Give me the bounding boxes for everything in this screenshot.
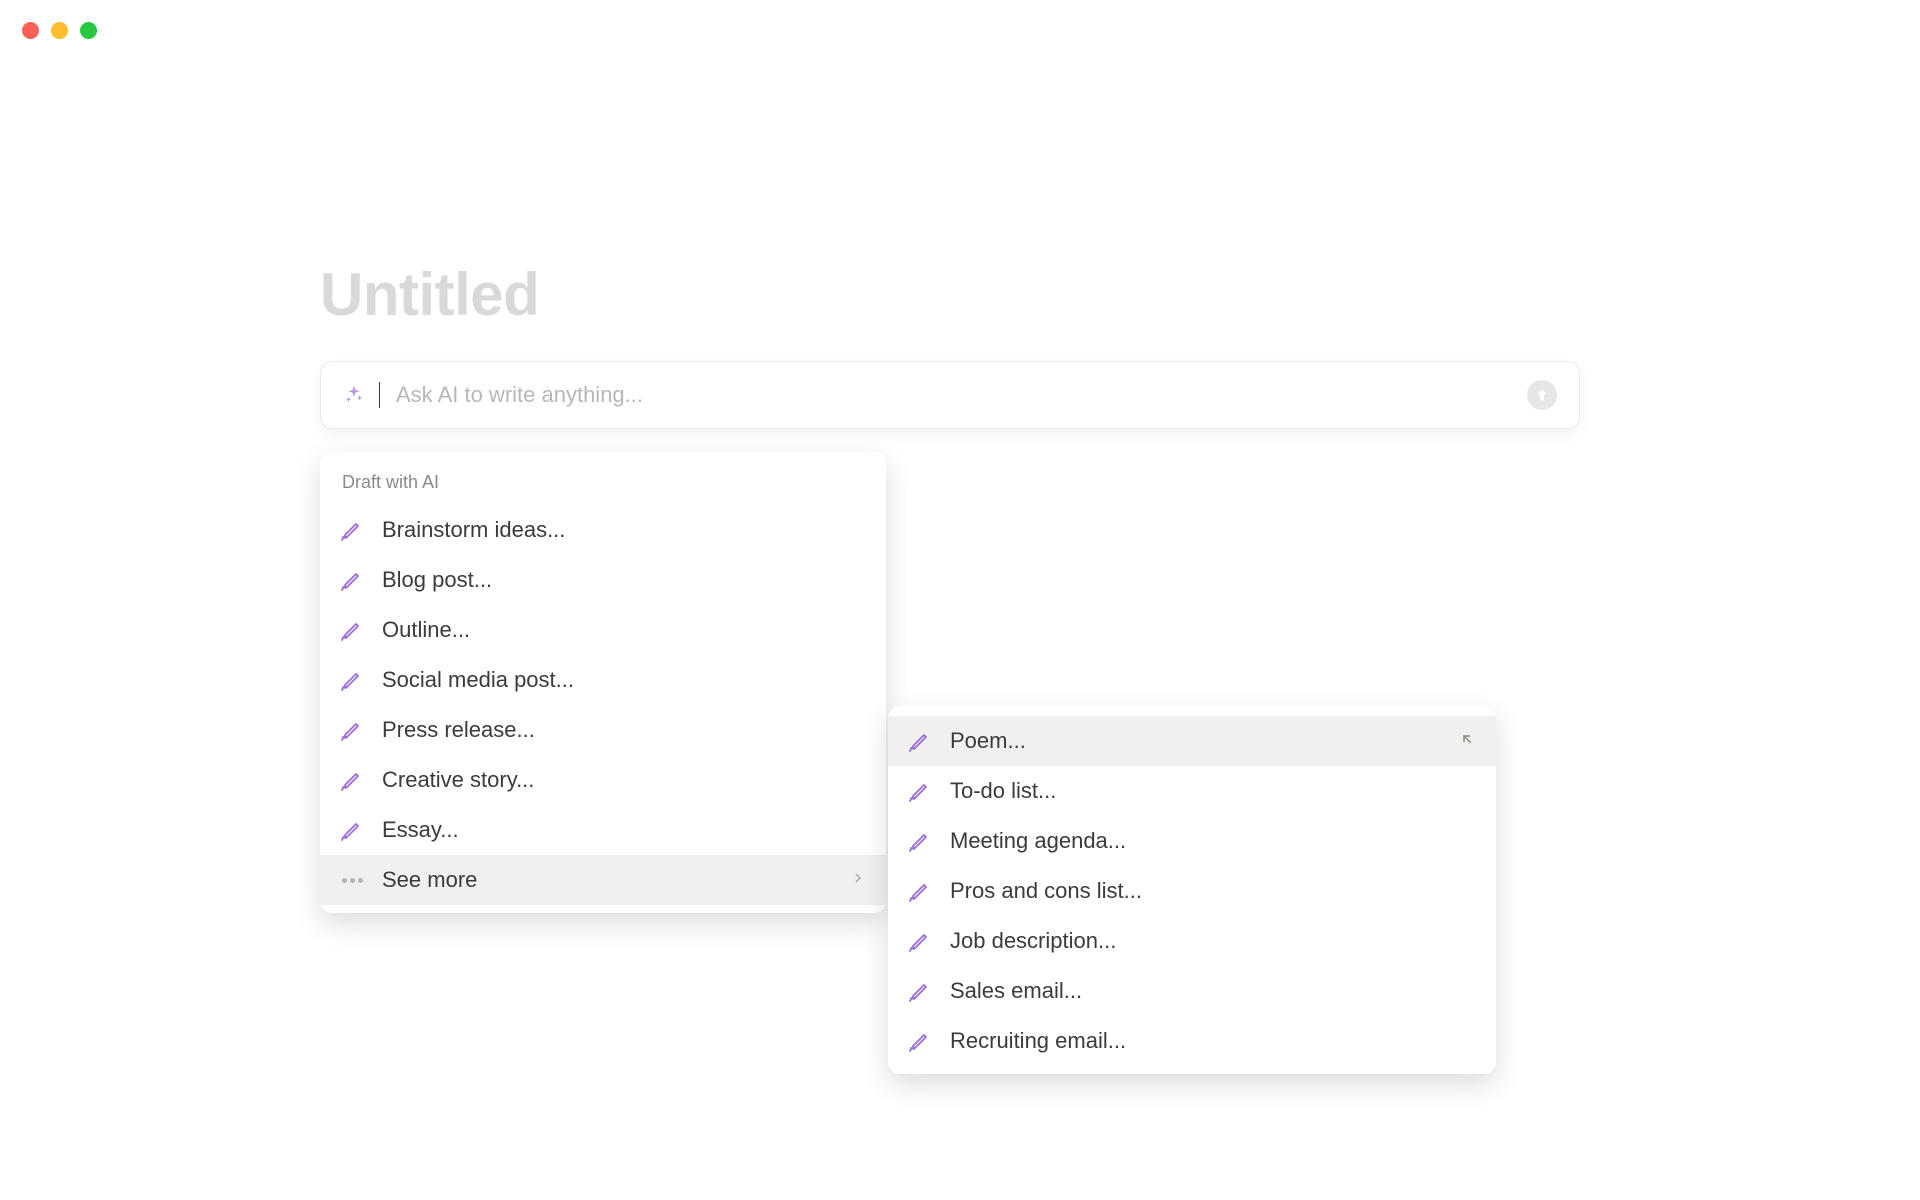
- menu-item-label: Essay...: [382, 817, 866, 843]
- menu-item-essay[interactable]: Essay...: [320, 805, 886, 855]
- window-fullscreen-button[interactable]: [80, 22, 97, 39]
- menu-item-label: Creative story...: [382, 767, 866, 793]
- ai-input-bar[interactable]: [320, 361, 1580, 429]
- menu-item-blog-post[interactable]: Blog post...: [320, 555, 886, 605]
- pencil-icon: [908, 779, 932, 803]
- menu-header: Draft with AI: [320, 462, 886, 505]
- pencil-icon: [908, 879, 932, 903]
- menu-item-label: To-do list...: [950, 778, 1476, 804]
- menu-item-label: See more: [382, 867, 832, 893]
- select-arrow-icon: [1458, 730, 1476, 753]
- menu-item-social-media[interactable]: Social media post...: [320, 655, 886, 705]
- window-close-button[interactable]: [22, 22, 39, 39]
- menu-item-label: Pros and cons list...: [950, 878, 1476, 904]
- menu-item-label: Poem...: [950, 728, 1440, 754]
- menu-item-press-release[interactable]: Press release...: [320, 705, 886, 755]
- menu-item-label: Meeting agenda...: [950, 828, 1476, 854]
- menu-item-label: Sales email...: [950, 978, 1476, 1004]
- window-minimize-button[interactable]: [51, 22, 68, 39]
- pencil-icon: [908, 829, 932, 853]
- menu-item-see-more[interactable]: See more: [320, 855, 886, 905]
- page-title[interactable]: Untitled: [320, 260, 1580, 329]
- menu-item-label: Job description...: [950, 928, 1476, 954]
- pencil-icon: [340, 568, 364, 592]
- menu-item-label: Brainstorm ideas...: [382, 517, 866, 543]
- ai-prompt-input[interactable]: [396, 382, 1513, 408]
- submit-button[interactable]: [1527, 380, 1557, 410]
- window-controls: [22, 22, 97, 39]
- submenu-item-meeting-agenda[interactable]: Meeting agenda...: [888, 816, 1496, 866]
- submenu-item-job-description[interactable]: Job description...: [888, 916, 1496, 966]
- menu-item-brainstorm[interactable]: Brainstorm ideas...: [320, 505, 886, 555]
- pencil-icon: [340, 768, 364, 792]
- submenu-item-sales-email[interactable]: Sales email...: [888, 966, 1496, 1016]
- submenu-item-pros-cons[interactable]: Pros and cons list...: [888, 866, 1496, 916]
- pencil-icon: [340, 818, 364, 842]
- submenu-item-poem[interactable]: Poem...: [888, 716, 1496, 766]
- pencil-icon: [908, 979, 932, 1003]
- pencil-icon: [340, 668, 364, 692]
- menu-item-label: Blog post...: [382, 567, 866, 593]
- pencil-icon: [340, 518, 364, 542]
- ai-draft-menu: Draft with AI Brainstorm ideas... Blog p…: [320, 452, 886, 913]
- ellipsis-icon: [340, 878, 364, 883]
- submenu-item-todo-list[interactable]: To-do list...: [888, 766, 1496, 816]
- chevron-right-icon: [850, 870, 866, 891]
- ai-draft-submenu: Poem... To-do list... Meeting agenda... …: [888, 706, 1496, 1074]
- submenu-item-recruiting-email[interactable]: Recruiting email...: [888, 1016, 1496, 1066]
- menu-item-label: Press release...: [382, 717, 866, 743]
- pencil-icon: [908, 929, 932, 953]
- menu-item-label: Outline...: [382, 617, 866, 643]
- pencil-icon: [908, 729, 932, 753]
- menu-item-creative-story[interactable]: Creative story...: [320, 755, 886, 805]
- menu-item-label: Recruiting email...: [950, 1028, 1476, 1054]
- text-cursor: [379, 382, 380, 408]
- editor-area: Untitled: [320, 260, 1580, 429]
- pencil-icon: [340, 718, 364, 742]
- menu-item-label: Social media post...: [382, 667, 866, 693]
- pencil-icon: [340, 618, 364, 642]
- pencil-icon: [908, 1029, 932, 1053]
- menu-item-outline[interactable]: Outline...: [320, 605, 886, 655]
- sparkle-icon: [343, 384, 365, 406]
